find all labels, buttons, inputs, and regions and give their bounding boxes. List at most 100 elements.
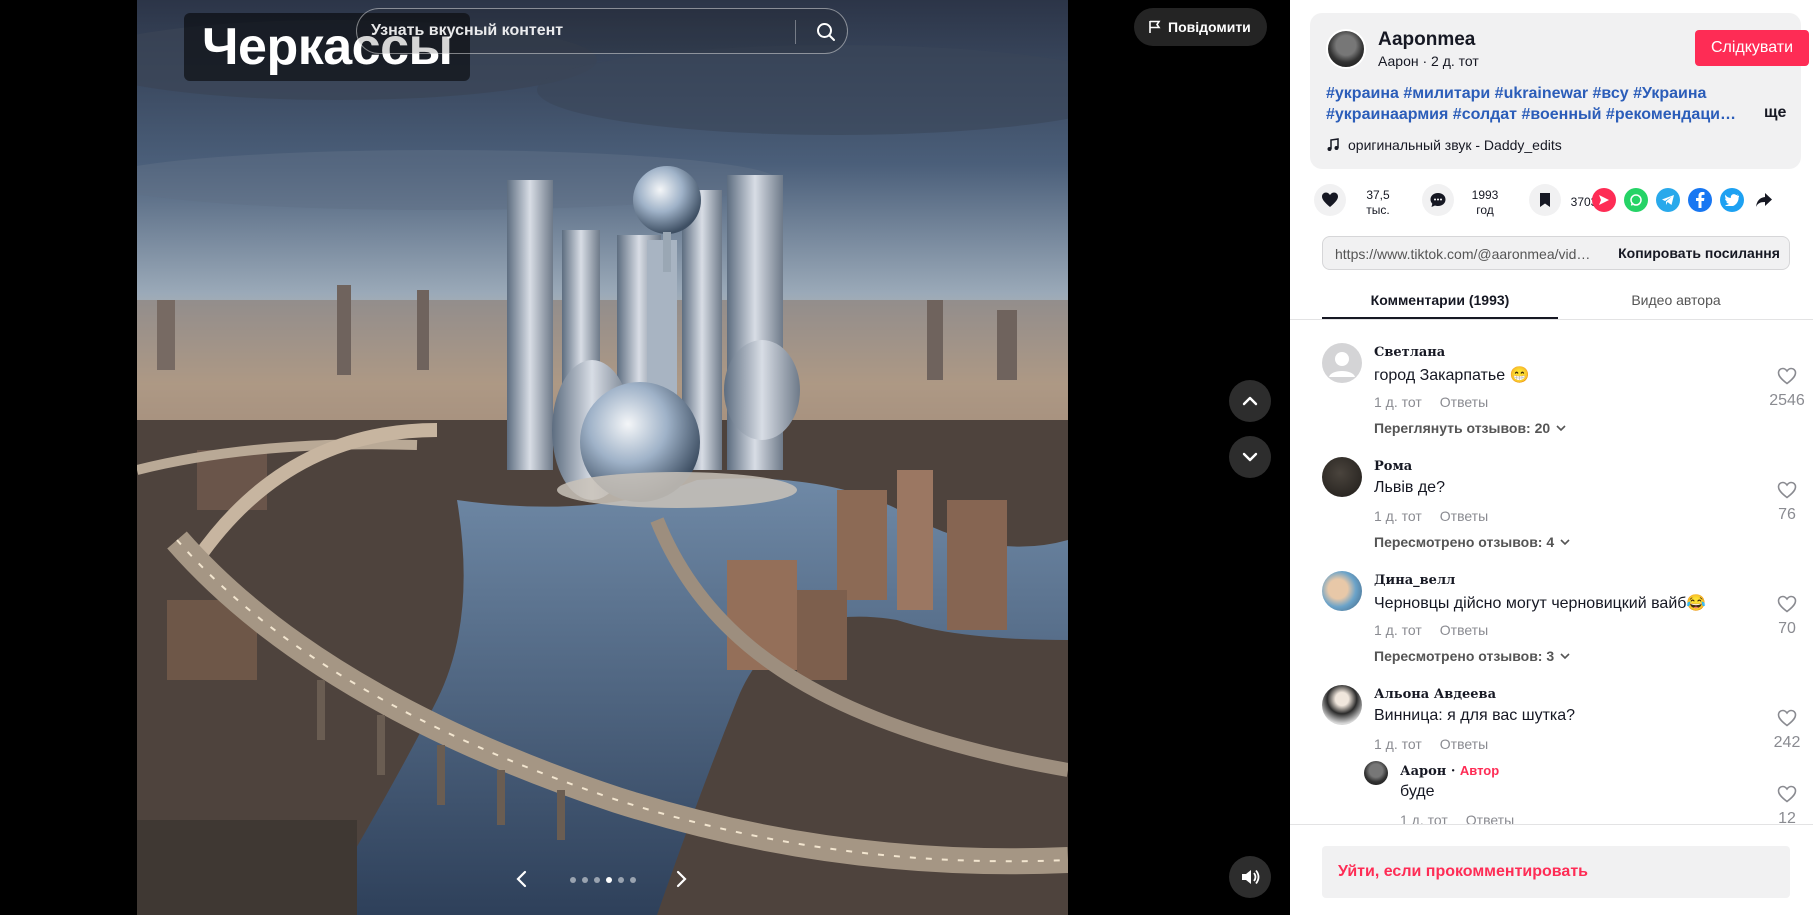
comment-avatar[interactable]	[1322, 457, 1362, 497]
chevron-right-icon	[676, 870, 687, 888]
comment-avatar[interactable]	[1322, 571, 1362, 611]
comment-like-count: 70	[1778, 620, 1796, 637]
like-button[interactable]	[1314, 184, 1346, 216]
carousel-dot-active[interactable]	[606, 877, 612, 883]
view-replies-label: Пересмотрено отзывов: 3	[1374, 648, 1555, 664]
city-image	[137, 0, 1068, 915]
more-share-button[interactable]	[1752, 188, 1776, 212]
carousel-dot[interactable]	[594, 877, 600, 883]
video-frame[interactable]	[137, 0, 1068, 915]
hashtags-line-1[interactable]: #украина #милитари #ukrainewar #всу #Укр…	[1326, 83, 1786, 104]
carousel-prev-button[interactable]	[511, 868, 533, 890]
carousel-dot[interactable]	[570, 877, 576, 883]
login-to-comment-button[interactable]: Уйти, если прокомментировать	[1322, 846, 1790, 898]
comment-item: Светлана город Закарпатье 😁 1 д. тот Отве…	[1322, 343, 1813, 453]
twitter-button[interactable]	[1720, 188, 1744, 212]
chevron-left-icon	[516, 870, 527, 888]
carousel-dot[interactable]	[630, 877, 636, 883]
comment-text: Львів де?	[1374, 479, 1445, 496]
reply-link[interactable]: Ответы	[1440, 736, 1488, 752]
telegram-button[interactable]	[1656, 188, 1680, 212]
music-link[interactable]: оригинальный звук - Daddy_edits	[1326, 137, 1562, 153]
reply-like[interactable]: 12	[1762, 785, 1812, 824]
chevron-up-icon	[1242, 396, 1258, 406]
whatsapp-button[interactable]	[1624, 188, 1648, 212]
comment-item: Дина_велл Черновцы дійсно могут черновиц…	[1322, 571, 1813, 681]
copy-link-button[interactable]: Копировать посилання	[1607, 237, 1791, 269]
reply-username-line: Аарон · Автор	[1400, 763, 1499, 779]
reply-link[interactable]: Ответы	[1440, 508, 1488, 524]
comment-date: 1 д. тот	[1374, 508, 1422, 524]
search-bar	[356, 8, 848, 54]
comment-date: 1 д. тот	[1374, 736, 1422, 752]
comment-meta: 1 д. тот Ответы	[1374, 736, 1488, 752]
reply-avatar[interactable]	[1364, 761, 1388, 785]
comment-like[interactable]: 242	[1762, 709, 1812, 752]
like-count-unit: тыс.	[1366, 203, 1390, 217]
carousel-dot[interactable]	[582, 877, 588, 883]
hashtags-line-2[interactable]: #украинаармия #солдат #военный #рекоменд…	[1326, 104, 1738, 125]
comment-button[interactable]	[1422, 184, 1454, 216]
view-replies-button[interactable]: Переглянуть отзывов: 20	[1374, 420, 1566, 436]
comment-icon	[1430, 193, 1446, 207]
comment-item: Рома Львів де? 1 д. тот Ответы Пересмотре…	[1322, 457, 1813, 567]
save-button[interactable]	[1529, 184, 1561, 216]
comment-like-count: 242	[1773, 734, 1801, 751]
facebook-icon	[1696, 192, 1705, 208]
default-user-icon	[1329, 352, 1355, 377]
view-replies-button[interactable]: Пересмотрено отзывов: 3	[1374, 648, 1570, 664]
comment-like-count: 2546	[1769, 392, 1805, 409]
author-name[interactable]: Аароnmea	[1378, 29, 1475, 51]
comment-avatar[interactable]	[1322, 343, 1362, 383]
comment-like-count: 76	[1778, 506, 1796, 523]
tab-bar: Комментарии (1993) Видео автора	[1290, 284, 1813, 320]
more-button[interactable]: ще	[1764, 104, 1786, 122]
comment-like[interactable]: 2546	[1762, 367, 1812, 410]
tab-comments[interactable]: Комментарии (1993)	[1322, 292, 1558, 308]
tab-author-videos[interactable]: Видео автора	[1558, 292, 1794, 308]
comment-username[interactable]: Альона Авдеева	[1374, 687, 1496, 702]
comment-avatar[interactable]	[1322, 685, 1362, 725]
send-button[interactable]	[1592, 188, 1616, 212]
reply-link[interactable]: Ответы	[1466, 812, 1514, 824]
author-avatar[interactable]	[1326, 29, 1366, 69]
search-icon	[817, 23, 835, 41]
reply-like-count: 12	[1778, 810, 1796, 824]
action-bar: 37,5 тыс. 1993 год 3703	[1310, 180, 1801, 224]
twitter-icon	[1725, 194, 1739, 206]
comment-item: Альона Авдеева Винница: я для вас шутка?…	[1322, 685, 1813, 765]
comment-like[interactable]: 76	[1762, 481, 1812, 524]
speaker-icon	[1242, 869, 1260, 885]
heart-outline-icon	[1777, 595, 1797, 613]
view-replies-button[interactable]: Пересмотрено отзывов: 4	[1374, 534, 1570, 550]
reply-link[interactable]: Ответы	[1440, 622, 1488, 638]
next-video-button[interactable]	[1229, 436, 1271, 478]
chevron-down-icon	[1560, 653, 1570, 660]
report-label: Повідомити	[1168, 19, 1251, 35]
comment-username[interactable]: Дина_велл	[1374, 573, 1455, 588]
share-link-url[interactable]: https://www.tiktok.com/@aaronmea/video/	[1335, 246, 1595, 262]
comment-username[interactable]: Рома	[1374, 459, 1412, 474]
search-divider	[795, 20, 796, 44]
heart-outline-icon	[1777, 709, 1797, 727]
carousel-dot[interactable]	[618, 877, 624, 883]
volume-button[interactable]	[1229, 856, 1271, 898]
report-button[interactable]: Повідомити	[1134, 8, 1267, 46]
comment-date: 1 д. тот	[1374, 394, 1422, 410]
chevron-down-icon	[1556, 425, 1566, 432]
view-replies-label: Пересмотрено отзывов: 4	[1374, 534, 1555, 550]
reply-separator: ·	[1446, 764, 1460, 779]
heart-outline-icon	[1777, 785, 1797, 803]
reply-username[interactable]: Аарон	[1400, 764, 1446, 779]
music-note-icon	[1327, 138, 1339, 151]
carousel-next-button[interactable]	[670, 868, 692, 890]
carousel-dots	[570, 877, 636, 883]
comment-username[interactable]: Светлана	[1374, 345, 1445, 360]
search-button[interactable]	[809, 15, 843, 49]
follow-button[interactable]: Слідкувати	[1695, 30, 1809, 66]
facebook-button[interactable]	[1688, 188, 1712, 212]
comment-like[interactable]: 70	[1762, 595, 1812, 638]
search-input[interactable]	[371, 17, 791, 45]
reply-link[interactable]: Ответы	[1440, 394, 1488, 410]
previous-video-button[interactable]	[1229, 380, 1271, 422]
